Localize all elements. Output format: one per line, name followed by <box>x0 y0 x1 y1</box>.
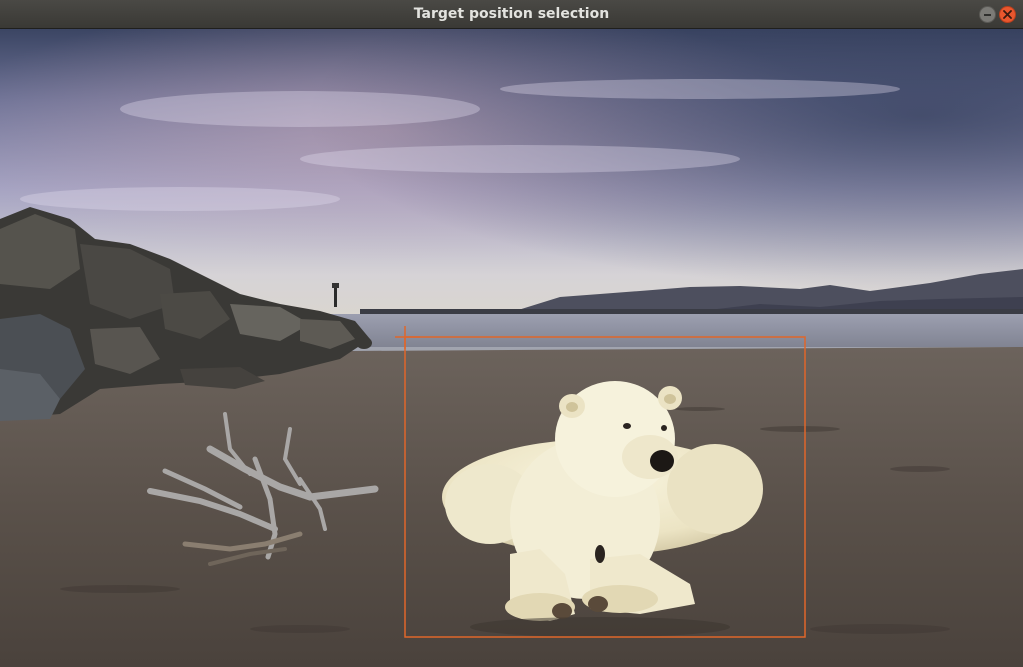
close-icon <box>1003 10 1012 19</box>
window-title: Target position selection <box>413 6 610 22</box>
app-window: Target position selection <box>0 0 1023 667</box>
title-bar[interactable]: Target position selection <box>0 0 1023 29</box>
image-canvas[interactable] <box>0 29 1023 667</box>
minimize-button[interactable] <box>979 6 996 23</box>
scene-image[interactable] <box>0 29 1023 667</box>
close-button[interactable] <box>999 6 1016 23</box>
